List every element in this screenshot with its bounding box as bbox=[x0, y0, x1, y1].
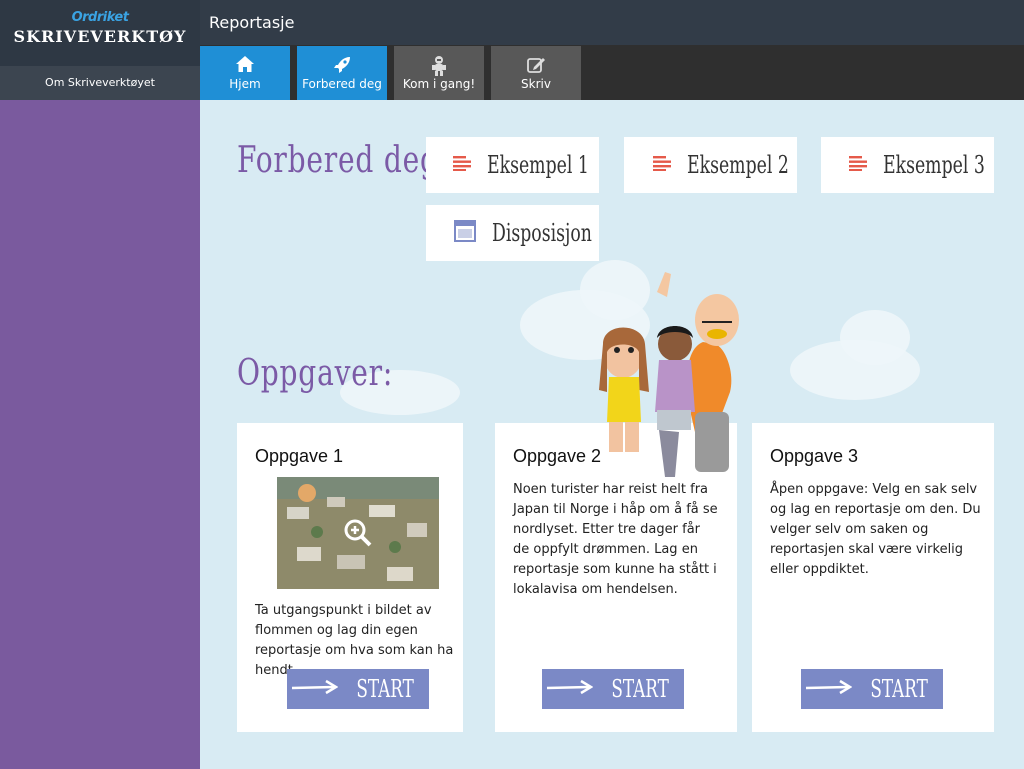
flood-photo[interactable] bbox=[277, 477, 439, 589]
cloud-decoration bbox=[840, 310, 910, 365]
example-2-label: Eksempel 2 bbox=[687, 151, 789, 179]
app-logo[interactable]: Ordriket SKRIVEVERKTØY bbox=[0, 0, 200, 66]
disposition-label: Disposisjon bbox=[492, 219, 592, 247]
arrow-right-icon bbox=[545, 679, 594, 699]
tasks-heading: Oppgaver: bbox=[237, 353, 394, 394]
task-3-start-label: START bbox=[870, 675, 928, 703]
tab-write[interactable]: Skriv bbox=[491, 46, 581, 100]
task-2-description: Noen turister har reist helt fra Japan t… bbox=[513, 482, 718, 597]
page-title: Reportasje bbox=[209, 13, 295, 32]
tab-prepare[interactable]: Forbered deg bbox=[297, 46, 387, 100]
main-content: Forbered deg: Eksempel 1 Eksempel 2 Ekse… bbox=[200, 100, 1024, 769]
task-2-start-button[interactable]: START bbox=[542, 669, 684, 709]
home-icon bbox=[200, 46, 290, 72]
tab-get-started-label: Kom i gang! bbox=[402, 77, 476, 91]
text-lines-icon bbox=[453, 155, 473, 175]
arrow-right-icon bbox=[290, 679, 339, 699]
tab-home[interactable]: Hjem bbox=[200, 46, 290, 100]
prepare-heading: Forbered deg: bbox=[237, 140, 449, 181]
example-3-button[interactable]: Eksempel 3 bbox=[821, 137, 994, 193]
task-1-start-button[interactable]: START bbox=[287, 669, 429, 709]
rocket-icon bbox=[297, 46, 387, 73]
task-1-start-label: START bbox=[356, 675, 414, 703]
example-1-label: Eksempel 1 bbox=[487, 151, 589, 179]
task-card-1: Oppgave 1 Ta utgangspunkt i bildet av fl… bbox=[237, 423, 463, 732]
brand-name: Ordriket bbox=[71, 10, 129, 25]
task-3-description: Åpen oppgave: Velg en sak selv og lag en… bbox=[770, 482, 981, 577]
example-3-label: Eksempel 3 bbox=[883, 151, 985, 179]
task-2-title: Oppgave 2 bbox=[513, 446, 602, 466]
task-1-title: Oppgave 1 bbox=[255, 446, 344, 466]
product-name: SKRIVEVERKTØY bbox=[13, 27, 187, 46]
tab-write-label: Skriv bbox=[521, 77, 551, 91]
arrow-right-icon bbox=[804, 679, 853, 699]
window-icon bbox=[454, 220, 476, 246]
task-3-start-button[interactable]: START bbox=[801, 669, 943, 709]
task-3-title: Oppgave 3 bbox=[770, 446, 859, 466]
zoom-in-icon[interactable] bbox=[343, 518, 373, 552]
text-lines-icon bbox=[653, 155, 673, 175]
task-card-3: Oppgave 3 Åpen oppgave: Velg en sak selv… bbox=[752, 423, 994, 732]
characters-illustration bbox=[595, 272, 760, 482]
edit-icon bbox=[491, 46, 581, 73]
task-2-start-label: START bbox=[611, 675, 669, 703]
tab-get-started[interactable]: Kom i gang! bbox=[394, 46, 484, 100]
sidebar: Ordriket SKRIVEVERKTØY Om Skriveverktøye… bbox=[0, 0, 200, 769]
page-header: Reportasje bbox=[200, 0, 1024, 45]
tab-home-label: Hjem bbox=[229, 77, 261, 91]
astronaut-icon bbox=[394, 46, 484, 76]
disposition-button[interactable]: Disposisjon bbox=[426, 205, 599, 261]
example-2-button[interactable]: Eksempel 2 bbox=[624, 137, 797, 193]
example-1-button[interactable]: Eksempel 1 bbox=[426, 137, 599, 193]
main-nav: Hjem Forbered deg Kom i gang! Skriv bbox=[200, 45, 1024, 100]
about-link[interactable]: Om Skriveverktøyet bbox=[0, 66, 200, 100]
text-lines-icon bbox=[849, 155, 869, 175]
tab-prepare-label: Forbered deg bbox=[302, 77, 382, 91]
